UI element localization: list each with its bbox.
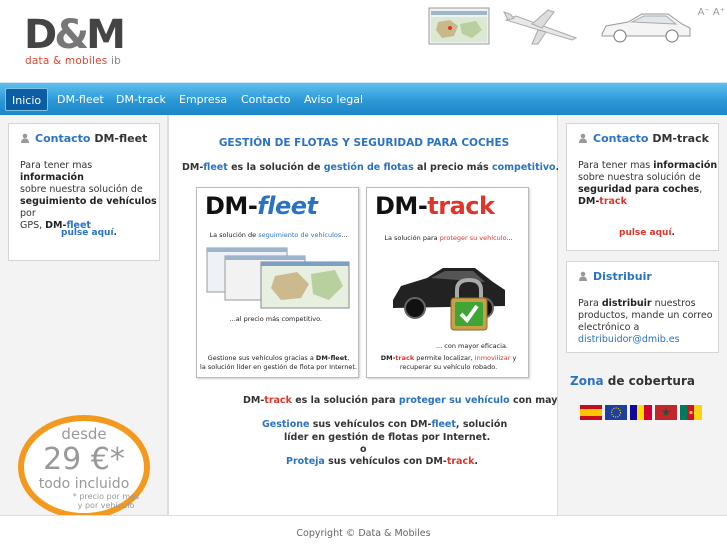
zona-cobertura-title: Zona de cobertura [570, 374, 695, 388]
user-icon [579, 271, 587, 281]
contact-dm-track-link[interactable]: pulse aquí. [619, 228, 675, 238]
eu-flag-icon[interactable] [605, 405, 627, 420]
promo-precio-mes: * precio por mes [73, 492, 139, 501]
promo-desde: desde [61, 425, 106, 443]
site-header: D&M data & mobiles ib A⁻ A⁺ [0, 0, 727, 82]
gestione-line: Gestione sus vehículos con DM-fleet, sol… [262, 419, 508, 430]
promo-price: 29 €* [43, 442, 125, 477]
dm-track-card[interactable]: DM-track La solución para proteger su ve… [366, 187, 529, 378]
font-size-tools[interactable]: A⁻ A⁺ [698, 7, 725, 18]
promo-todo-incluido: todo incluido [39, 476, 130, 492]
promo-por-vehiculo: y por vehículo [78, 501, 135, 510]
contact-dm-fleet-title: Contacto DM-fleet [20, 132, 147, 145]
dm-track-card-line4: recuperar su vehículo robado. [399, 363, 498, 371]
map-screen-image [428, 7, 490, 45]
nav-item-dm-track[interactable]: DM-track [110, 88, 172, 111]
copyright-text: Copyright © Data & Mobiles [296, 528, 431, 539]
nav-item-contacto[interactable]: Contacto [235, 88, 297, 111]
dm-fleet-card[interactable]: DM-fleet La solución de seguimiento de v… [196, 187, 359, 378]
dm-fleet-card-line3: Gestione sus vehículos gracias a DM-flee… [207, 354, 350, 362]
dm-fleet-card-line4: la solución líder en gestión de flota po… [200, 363, 357, 371]
dm-fleet-card-title: DM-fleet [205, 192, 318, 220]
distribuir-text: Para distribuir nuestros productos, mand… [578, 298, 713, 346]
car-lock-image [393, 268, 505, 331]
nav-item-dm-fleet[interactable]: DM-fleet [51, 88, 110, 111]
dm-track-card-title: DM-track [375, 192, 495, 220]
distribuir-title: Distribuir [578, 270, 652, 283]
morocco-flag-icon[interactable] [655, 405, 677, 420]
dm-track-card-line3: DM-track permite localizar, inmovilizar … [380, 354, 517, 362]
cameroon-flag-icon[interactable] [680, 405, 702, 420]
contact-dm-track-box: Contacto DM-track Para tener mas informa… [566, 123, 719, 251]
proteja-line: Proteja sus vehículos con DM-track. [286, 456, 479, 467]
user-icon [21, 133, 29, 143]
page-title: GESTIÓN DE FLOTAS Y SEGURIDAD PARA COCHE… [218, 137, 510, 149]
contact-dm-track-text: Para tener mas información sobre nuestra… [578, 160, 718, 207]
contact-dm-fleet-box: Contacto DM-fleet Para tener mas informa… [8, 123, 160, 261]
left-sidebar: Contacto DM-fleet Para tener mas informa… [0, 115, 168, 519]
dm-fleet-card-line2: ...al precio más competitivo. [229, 315, 322, 323]
dm-fleet-card-line1: La solución de seguimiento de vehículos.… [209, 231, 348, 239]
dm-track-card-line1: La solución para proteger su vehículo... [384, 234, 513, 242]
dm-track-card-line2: ... con mayor eficacia. [436, 342, 508, 350]
or-line: o [360, 444, 367, 455]
site-logo[interactable]: D&M data & mobiles ib [24, 12, 126, 67]
nav-item-inicio[interactable]: Inicio [5, 88, 49, 111]
main-content: GESTIÓN DE FLOTAS Y SEGURIDAD PARA COCHE… [168, 115, 616, 515]
distribuir-box: Distribuir Para distribuir nuestros prod… [566, 261, 719, 353]
nav-item-aviso-legal[interactable]: Aviso legal [298, 88, 369, 111]
car-image [601, 13, 691, 43]
site-footer: Copyright © Data & Mobiles [0, 515, 727, 545]
logo-mark: D&M [24, 12, 126, 58]
distribuidor-email-link[interactable]: distribuidor@dmib.es [578, 334, 713, 346]
user-icon [579, 133, 587, 143]
contact-dm-track-title: Contacto DM-track [578, 132, 709, 145]
logo-tagline: data & mobiles ib [25, 55, 121, 67]
nav-item-empresa[interactable]: Empresa [173, 88, 233, 111]
main-nav: Inicio DM-fleet DM-track Empresa Contact… [0, 82, 727, 115]
lider-line: líder en gestión de flotas por Internet. [284, 432, 491, 443]
airplane-image [503, 9, 578, 45]
dm-fleet-screenshots-image [206, 247, 350, 309]
intro-line: DM-fleet es la solución de gestión de fl… [182, 162, 559, 173]
spain-flag-icon[interactable] [580, 405, 602, 420]
andorra-flag-icon[interactable] [630, 405, 652, 420]
contact-dm-fleet-text: Para tener mas información sobre nuestra… [20, 160, 157, 231]
right-sidebar: Contacto DM-track Para tener mas informa… [558, 115, 727, 515]
price-promo-badge[interactable]: desde 29 €* todo incluido * precio por m… [18, 415, 150, 519]
contact-dm-fleet-link[interactable]: pulse aquí. [61, 228, 117, 238]
